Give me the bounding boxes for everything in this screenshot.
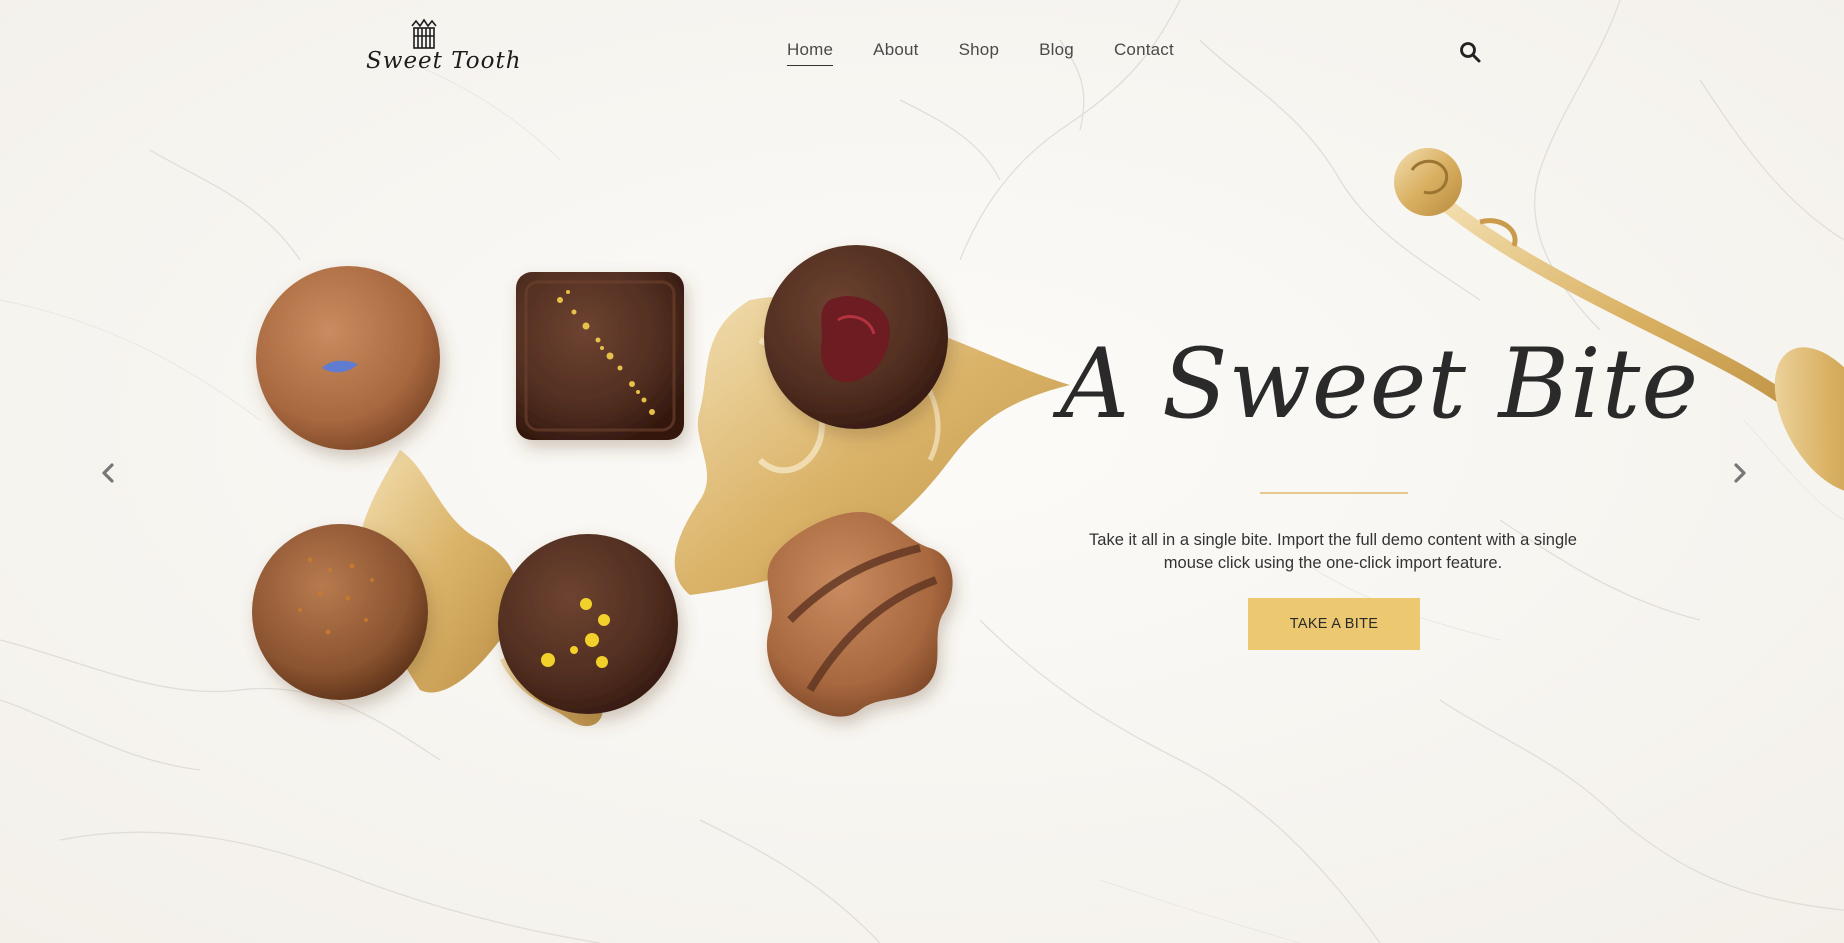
- logo[interactable]: Sweet Tooth: [366, 18, 522, 84]
- nav-item-home[interactable]: Home: [787, 40, 834, 66]
- hero-description: Take it all in a single bite. Import the…: [1089, 531, 1577, 572]
- search-icon[interactable]: [1458, 40, 1482, 64]
- take-a-bite-button[interactable]: TAKE A BITE: [1248, 598, 1420, 650]
- site-header: Sweet Tooth Home About Shop Blog Contact: [0, 0, 1844, 104]
- marble-background: [0, 0, 1844, 943]
- chevron-right-icon[interactable]: [1726, 460, 1752, 486]
- logo-wordmark: Sweet Tooth: [366, 48, 522, 74]
- nav-item-shop[interactable]: Shop: [959, 40, 1000, 66]
- chevron-left-icon[interactable]: [96, 460, 122, 486]
- hero-title: A Sweet Bite: [1060, 328, 1700, 440]
- nav-item-about[interactable]: About: [873, 40, 918, 66]
- main-nav: Home About Shop Blog Contact: [787, 40, 1174, 66]
- nav-item-blog[interactable]: Blog: [1039, 40, 1074, 66]
- crown-icon: [411, 18, 437, 49]
- hero-divider: [1260, 492, 1408, 494]
- nav-item-contact[interactable]: Contact: [1114, 40, 1174, 66]
- page: Sweet Tooth Home About Shop Blog Contact…: [0, 0, 1844, 943]
